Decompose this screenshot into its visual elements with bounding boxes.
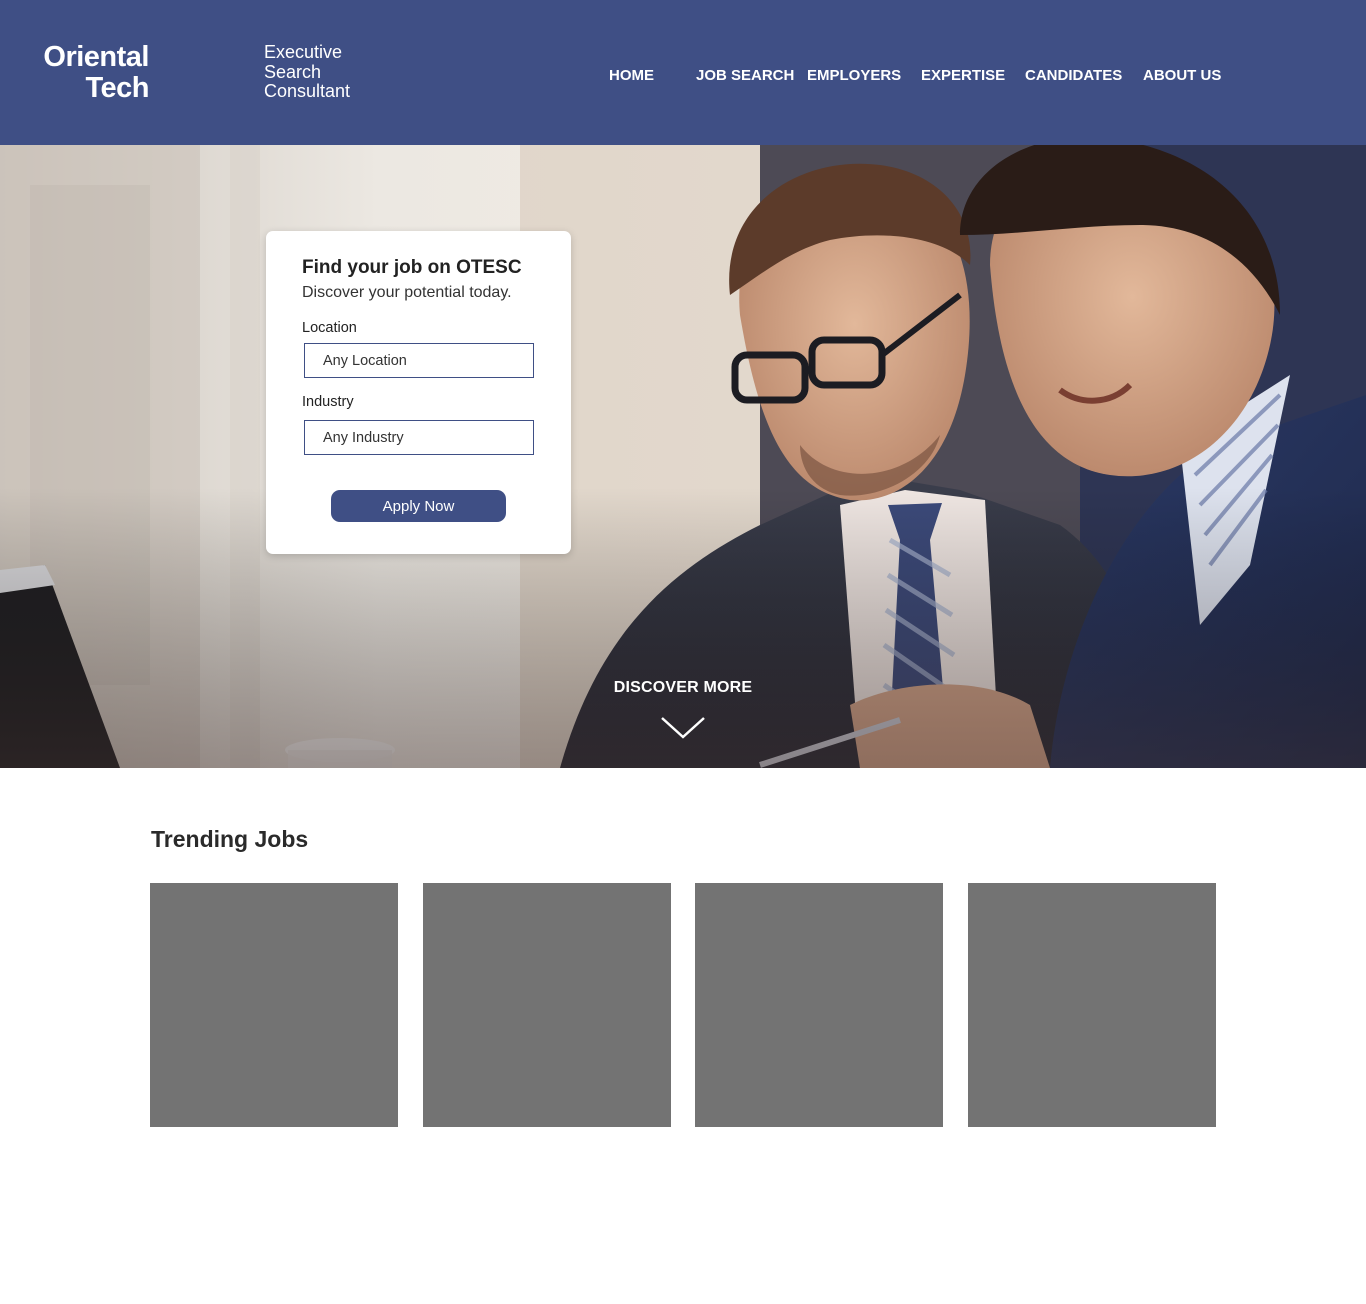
chevron-down-icon[interactable] — [660, 716, 706, 740]
nav-home[interactable]: HOME — [609, 66, 654, 86]
apply-now-button[interactable]: Apply Now — [331, 490, 506, 522]
logo-tagline-line1: Executive — [264, 42, 343, 62]
search-card-title: Find your job on OTESC — [302, 257, 522, 278]
job-search-card: Find your job on OTESC Discover your pot… — [266, 231, 571, 554]
nav-employers[interactable]: EMPLOYERS — [807, 66, 901, 86]
nav-about-us[interactable]: ABOUT US — [1143, 66, 1221, 86]
discover-more-link[interactable]: DISCOVER MORE — [583, 679, 783, 697]
nav-candidates[interactable]: CANDIDATES — [1025, 66, 1122, 86]
search-card-subtitle: Discover your potential today. — [302, 284, 512, 301]
industry-field[interactable] — [304, 420, 534, 455]
main-nav: HOME JOB SEARCH EMPLOYERS EXPERTISE CAND… — [0, 66, 1366, 88]
trending-job-card-3[interactable] — [695, 883, 943, 1127]
hero-banner — [0, 145, 1366, 768]
trending-job-card-1[interactable] — [150, 883, 398, 1127]
industry-label: Industry — [302, 394, 354, 410]
trending-job-card-4[interactable] — [968, 883, 1216, 1127]
trending-job-card-2[interactable] — [423, 883, 671, 1127]
nav-expertise[interactable]: EXPERTISE — [921, 66, 1005, 86]
trending-jobs-title: Trending Jobs — [151, 826, 309, 852]
location-field[interactable] — [304, 343, 534, 378]
location-label: Location — [302, 320, 357, 336]
site-header: Oriental Tech Executive Search Consultan… — [0, 0, 1366, 145]
hero-photo — [0, 145, 1366, 768]
nav-job-search[interactable]: JOB SEARCH — [696, 66, 794, 86]
